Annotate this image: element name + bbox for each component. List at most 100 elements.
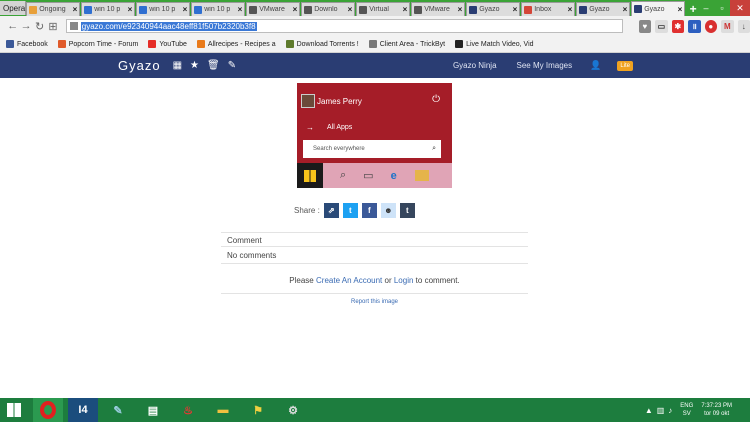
- gyazo-ninja-link[interactable]: Gyazo Ninja: [453, 61, 497, 70]
- browser-tab[interactable]: Downlo ×: [301, 2, 356, 16]
- browser-tab[interactable]: Ongoing ×: [26, 2, 81, 16]
- forward-button[interactable]: →: [19, 20, 32, 32]
- browser-tab[interactable]: Virtual ×: [356, 2, 411, 16]
- create-account-link[interactable]: Create An Account: [316, 276, 382, 285]
- browser-tab[interactable]: Gyazo ×: [466, 2, 521, 16]
- captured-image[interactable]: James Perry ⏻ → All Apps Search everywhe…: [297, 83, 452, 188]
- tab-favicon-icon: [359, 5, 368, 14]
- browser-tab[interactable]: Gyazo ×: [576, 2, 631, 16]
- bookmark-label: YouTube: [159, 40, 187, 48]
- back-button[interactable]: ←: [6, 20, 19, 32]
- tab-close-icon[interactable]: ×: [678, 5, 683, 14]
- clock-time: 7:37:23 PM: [701, 403, 732, 409]
- facebook-icon[interactable]: f: [361, 203, 377, 218]
- start-button[interactable]: [0, 398, 28, 422]
- browser-tab[interactable]: win 10 p ×: [81, 2, 136, 16]
- pause-icon[interactable]: ॥: [688, 19, 701, 33]
- user-icon[interactable]: 👤: [590, 60, 601, 71]
- opera-taskbar-icon[interactable]: [33, 398, 63, 422]
- bookmark-item[interactable]: Facebook: [6, 40, 48, 48]
- bookmark-item[interactable]: Client Area - TrickByt: [368, 40, 446, 48]
- tab-close-icon[interactable]: ×: [568, 5, 573, 14]
- search-icon: ⌕: [340, 169, 347, 181]
- browser-tab[interactable]: win 10 p ×: [191, 2, 246, 16]
- browser-tab[interactable]: Gyazo ×: [631, 1, 686, 16]
- star-icon[interactable]: ★: [190, 60, 199, 71]
- bookmark-item[interactable]: Live Match Video, Vid: [455, 40, 534, 48]
- browser-tab[interactable]: VMware ×: [246, 2, 301, 16]
- tab-close-icon[interactable]: ×: [513, 5, 518, 14]
- network-tray-icon[interactable]: ▥: [657, 406, 665, 415]
- tab-close-icon[interactable]: ×: [238, 5, 243, 14]
- address-bar: ← → ↻ ⊞ gyazo.com/e92340944aac48eff81f50…: [0, 16, 750, 36]
- network-icon[interactable]: ⚑: [243, 398, 273, 422]
- volume-icon[interactable]: ♪: [668, 406, 672, 415]
- gyazo-header: Gyazo ▦ ★ 🗑 ✎ Gyazo Ninja See My Images …: [0, 53, 750, 78]
- comment-prompt: Please Create An Account or Login to com…: [221, 276, 528, 285]
- twitter-icon[interactable]: t: [342, 203, 358, 218]
- maximize-button[interactable]: ▫: [714, 0, 730, 16]
- tab-close-icon[interactable]: ×: [73, 5, 78, 14]
- lite-badge[interactable]: Lite: [617, 60, 633, 71]
- bookmark-favicon-icon: [455, 40, 464, 48]
- site-info-icon[interactable]: [69, 22, 78, 30]
- trash-icon[interactable]: 🗑: [207, 60, 220, 71]
- tab-label: Downlo: [314, 6, 338, 13]
- gmail-icon[interactable]: M: [721, 19, 734, 33]
- tab-label: win 10 p: [204, 6, 231, 13]
- bookmark-item[interactable]: Popcorn Time - Forum: [57, 40, 138, 48]
- bookmark-item[interactable]: Download Torrents !: [285, 40, 359, 48]
- close-window-button[interactable]: ✕: [730, 0, 750, 16]
- bookmark-favicon-icon: [368, 40, 377, 48]
- tumblr-icon[interactable]: t: [399, 203, 415, 218]
- comment-label: Comment: [227, 236, 262, 245]
- adblock-icon[interactable]: ●: [704, 19, 718, 33]
- search-icon: ⌕: [432, 145, 436, 152]
- browser-tab-strip: Opera Ongoing × win 10 p × win 10 p × win 10 p…: [0, 0, 750, 16]
- language-indicator[interactable]: ENG SV: [680, 402, 693, 418]
- film-icon[interactable]: ▤: [138, 398, 168, 422]
- login-link[interactable]: Login: [394, 276, 414, 285]
- grid-icon[interactable]: ▦: [173, 60, 182, 71]
- reload-button[interactable]: ↻: [33, 20, 46, 33]
- tab-close-icon[interactable]: ×: [128, 5, 133, 14]
- heart-icon[interactable]: ♥: [638, 19, 652, 33]
- lastpass-icon[interactable]: ✱: [671, 19, 685, 33]
- paint-icon[interactable]: ✎: [103, 398, 133, 422]
- settings-icon[interactable]: ⚙: [278, 398, 308, 422]
- reddit-icon[interactable]: ☻: [380, 203, 396, 218]
- new-tab-button[interactable]: +: [688, 2, 698, 16]
- see-my-images-link[interactable]: See My Images: [517, 61, 573, 70]
- extension-icon[interactable]: ▭: [655, 19, 668, 33]
- clock[interactable]: 7:37:23 PM tor 09 okt: [701, 402, 732, 418]
- tab-favicon-icon: [194, 5, 203, 14]
- tab-close-icon[interactable]: ×: [458, 5, 463, 14]
- url-input[interactable]: gyazo.com/e92340944aac48eff81f507b2320b3…: [65, 19, 623, 33]
- report-image-link[interactable]: Report this image: [221, 299, 528, 305]
- pencil-icon[interactable]: ✎: [228, 60, 236, 71]
- tab-close-icon[interactable]: ×: [293, 5, 298, 14]
- tab-close-icon[interactable]: ×: [348, 5, 353, 14]
- tray-arrow-icon[interactable]: ▲: [645, 406, 653, 415]
- bookmark-item[interactable]: YouTube: [148, 40, 187, 48]
- popcorn-icon[interactable]: ♨: [173, 398, 203, 422]
- opera-menu-label: Opera: [3, 3, 26, 13]
- arrow-right-icon: →: [306, 123, 314, 132]
- tab-close-icon[interactable]: ×: [623, 5, 628, 14]
- tab-close-icon[interactable]: ×: [183, 5, 188, 14]
- file-explorer-icon[interactable]: ▬: [208, 398, 238, 422]
- app-i4-icon[interactable]: I4: [68, 398, 98, 422]
- minimize-button[interactable]: –: [698, 0, 714, 16]
- tab-close-icon[interactable]: ×: [403, 5, 408, 14]
- gyazo-logo[interactable]: Gyazo: [118, 58, 161, 73]
- browser-tab[interactable]: VMware ×: [411, 2, 466, 16]
- bookmark-item[interactable]: Allrecipes - Recipes a: [196, 40, 276, 48]
- browser-tab[interactable]: win 10 p ×: [136, 2, 191, 16]
- browser-tab[interactable]: Inbox ×: [521, 2, 576, 16]
- share-link-icon[interactable]: ⇗: [323, 203, 339, 218]
- opera-menu-button[interactable]: Opera: [0, 1, 27, 15]
- speed-dial-icon[interactable]: ⊞: [46, 20, 59, 33]
- tab-label: Gyazo: [479, 6, 500, 13]
- download-icon[interactable]: ↓: [737, 19, 750, 33]
- bookmark-label: Client Area - TrickByt: [379, 40, 446, 48]
